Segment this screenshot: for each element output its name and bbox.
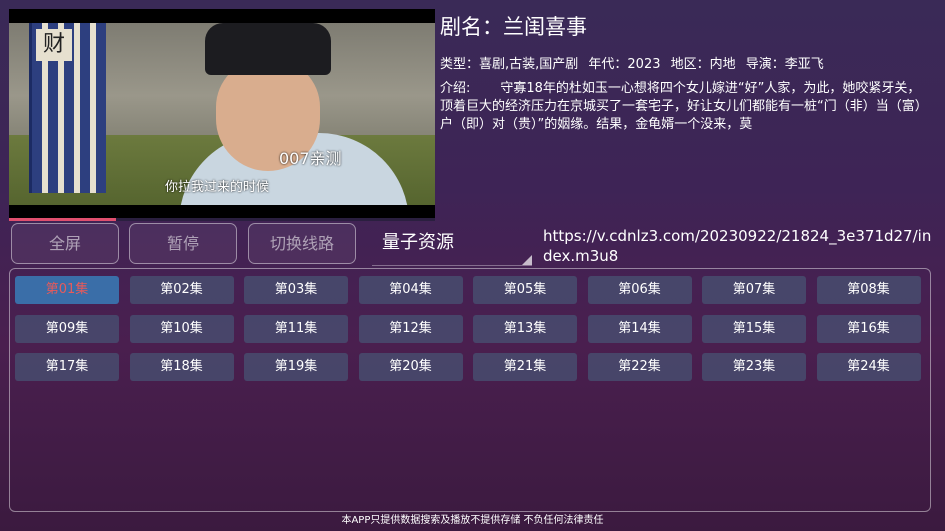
episode-button[interactable]: 第19集 [244, 353, 348, 381]
drama-meta: 类型：喜剧,古装,国产剧 年代：2023 地区：内地 导演：李亚飞 [440, 56, 930, 74]
episode-button[interactable]: 第13集 [473, 314, 577, 343]
drama-info: 剧名：兰闺喜事 类型：喜剧,古装,国产剧 年代：2023 地区：内地 导演：李亚… [440, 12, 930, 134]
episode-button[interactable]: 第11集 [244, 314, 348, 343]
playback-progress-bar[interactable] [9, 218, 435, 221]
stream-url: https://v.cdnlz3.com/20230922/21824_3e37… [543, 227, 932, 265]
episode-button[interactable]: 第21集 [473, 353, 577, 381]
video-scene-person-hat [205, 23, 331, 75]
episode-button[interactable]: 第22集 [587, 353, 692, 381]
video-scene-banner-char: 财 [36, 29, 72, 61]
episode-button[interactable]: 第15集 [702, 314, 806, 343]
drama-director: 导演：李亚飞 [745, 57, 824, 72]
episode-button[interactable]: 第08集 [816, 276, 921, 304]
dropdown-caret-icon [522, 255, 532, 265]
episode-button[interactable]: 第20集 [358, 353, 463, 381]
video-subtitle: 你拉我过来的时候 [165, 180, 270, 195]
playback-progress-fill [9, 218, 116, 221]
drama-title: 剧名：兰闺喜事 [440, 15, 587, 39]
switch-line-button[interactable]: 切换线路 [248, 223, 356, 264]
episode-button[interactable]: 第18集 [129, 353, 234, 381]
fullscreen-button[interactable]: 全屏 [11, 223, 119, 264]
drama-region: 地区：内地 [670, 57, 736, 72]
episode-button[interactable]: 第12集 [358, 314, 463, 343]
source-dropdown[interactable]: 量子资源 [372, 226, 532, 266]
disclaimer-footer: 本APP只提供数据搜索及播放不提供存储 不负任何法律责任 [341, 515, 604, 526]
episode-button[interactable]: 第06集 [587, 276, 692, 304]
drama-year: 年代：2023 [588, 57, 661, 72]
episode-button[interactable]: 第10集 [129, 314, 234, 343]
drama-type: 类型：喜剧,古装,国产剧 [440, 57, 579, 72]
video-scene-banner: 财 [29, 23, 106, 193]
source-selected: 量子资源 [382, 232, 454, 253]
episode-button[interactable]: 第03集 [244, 276, 348, 304]
video-player[interactable]: 财 007亲测 你拉我过来的时候 [9, 9, 435, 219]
episode-button[interactable]: 第17集 [15, 353, 119, 381]
episode-button[interactable]: 第05集 [473, 276, 577, 304]
episode-button[interactable]: 第02集 [129, 276, 234, 304]
pause-button[interactable]: 暂停 [129, 223, 237, 264]
drama-description: 介绍: 守寡18年的杜如玉一心想将四个女儿嫁进“好”人家，为此，她咬紧牙关，顶着巨… [440, 80, 930, 134]
episode-list: 第01集 第02集 第03集 第04集 第05集 第06集 第07集 第08集第09集 第10集… [9, 268, 931, 512]
episode-button[interactable]: 第23集 [702, 353, 806, 381]
episode-button[interactable]: 第07集 [702, 276, 806, 304]
episode-button[interactable]: 第01集 [15, 276, 119, 304]
video-watermark: 007亲测 [279, 149, 342, 168]
description-text: 守寡18年的杜如玉一心想将四个女儿嫁进“好”人家，为此，她咬紧牙关，顶着巨大的经… [440, 81, 928, 132]
episode-button[interactable]: 第04集 [358, 276, 463, 304]
episode-button[interactable]: 第09集 [15, 314, 119, 343]
episode-button[interactable]: 第14集 [587, 314, 692, 343]
episode-button[interactable]: 第16集 [816, 314, 921, 343]
description-label: 介绍: [440, 81, 471, 96]
episode-button[interactable]: 第24集 [816, 353, 921, 381]
